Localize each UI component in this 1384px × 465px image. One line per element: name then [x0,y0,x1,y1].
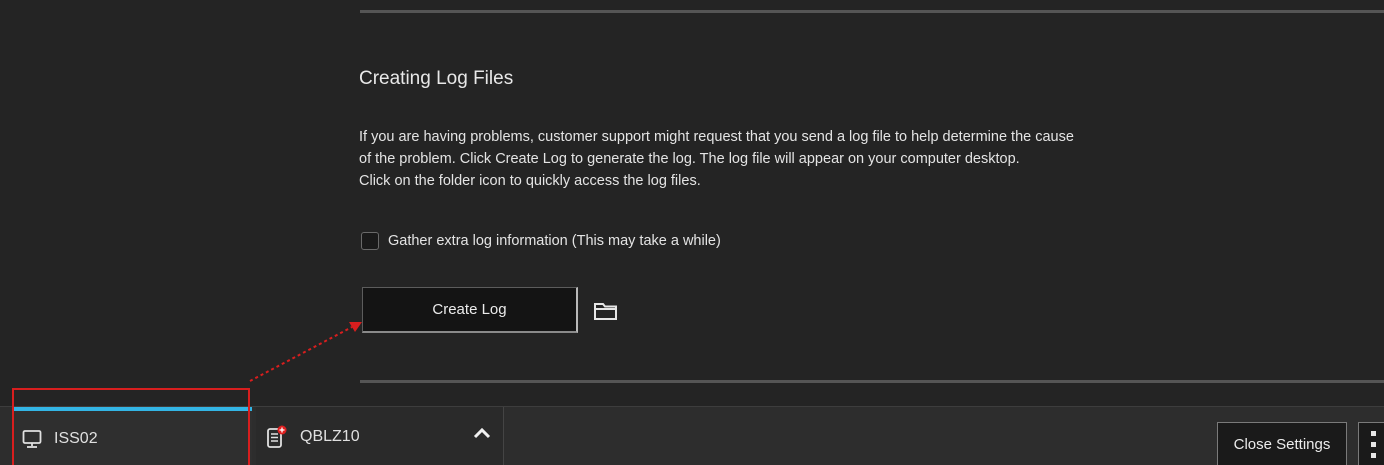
divider [360,380,1384,383]
create-log-button[interactable]: Create Log [362,287,578,333]
more-vertical-icon[interactable] [1358,422,1384,465]
device-tab-qblz10[interactable]: QBLZ10 [256,407,504,465]
close-settings-button[interactable]: Close Settings [1217,422,1347,465]
device-tab-label: QBLZ10 [300,427,360,445]
phone-device-icon [266,425,288,449]
checkbox-label: Gather extra log information (This may t… [388,233,721,249]
description-line: of the problem. Click Create Log to gene… [359,151,1020,167]
chevron-up-icon[interactable] [472,423,492,448]
device-tab-iss02[interactable]: ISS02 [12,407,252,465]
settings-page: Creating Log Files If you are having pro… [0,0,1384,465]
gather-extra-log-option[interactable]: Gather extra log information (This may t… [361,232,721,250]
device-taskbar: ISS02 QBLZ10 Close Settings [0,406,1384,465]
folder-icon[interactable] [593,300,619,322]
log-description: If you are having problems, customer sup… [359,126,1259,192]
device-tab-label: ISS02 [54,429,98,447]
monitor-icon [22,429,42,449]
divider [360,10,1384,13]
gather-extra-log-checkbox[interactable] [361,232,379,250]
description-line: If you are having problems, customer sup… [359,129,1074,145]
section-title: Creating Log Files [359,68,514,89]
description-line: Click on the folder icon to quickly acce… [359,173,701,189]
